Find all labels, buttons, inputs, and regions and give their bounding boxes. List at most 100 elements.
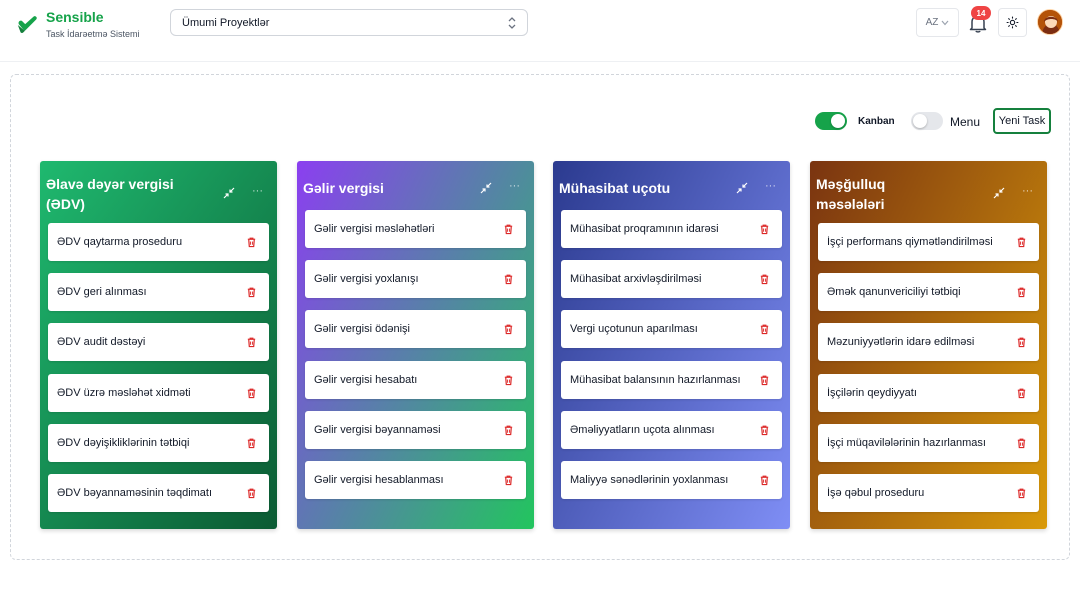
app-header: Sensible Task İdarəetmə Sistemi Ümumi Pr… bbox=[0, 0, 1080, 46]
task-card[interactable]: Gəlir vergisi hesabatı bbox=[305, 361, 526, 399]
task-card[interactable]: İşə qəbul proseduru bbox=[818, 474, 1039, 512]
trash-icon[interactable] bbox=[759, 323, 770, 335]
task-card[interactable]: Mühasibat balansının hazırlanması bbox=[561, 361, 782, 399]
task-card[interactable]: Əməliyyatların uçota alınması bbox=[561, 411, 782, 449]
trash-icon[interactable] bbox=[503, 323, 514, 335]
column-title-line: Məşğulluq bbox=[816, 176, 886, 192]
trash-icon[interactable] bbox=[503, 273, 514, 285]
more-options-icon[interactable]: ··· bbox=[509, 180, 520, 192]
theme-toggle-button[interactable] bbox=[998, 8, 1027, 37]
trash-icon[interactable] bbox=[246, 437, 257, 449]
task-card[interactable]: İşçi performans qiymətləndirilməsi bbox=[818, 223, 1039, 261]
task-card-title: Gəlir vergisi bəyannaməsi bbox=[314, 424, 441, 436]
trash-icon[interactable] bbox=[246, 487, 257, 499]
more-options-icon[interactable]: ··· bbox=[1022, 185, 1033, 197]
column-title: Mühasibat uçotu bbox=[559, 178, 670, 198]
collapse-arrows-icon[interactable] bbox=[223, 187, 235, 199]
task-card[interactable]: ƏDV qaytarma proseduru bbox=[48, 223, 269, 261]
task-card[interactable]: ƏDV dəyişikliklərinin tətbiqi bbox=[48, 424, 269, 462]
kanban-toggle-label: Kanban bbox=[858, 116, 895, 127]
trash-icon[interactable] bbox=[246, 387, 257, 399]
trash-icon[interactable] bbox=[1016, 236, 1027, 248]
notification-count-badge: 14 bbox=[971, 6, 991, 20]
task-card[interactable]: ƏDV audit dəstəyi bbox=[48, 323, 269, 361]
menu-toggle[interactable] bbox=[911, 112, 943, 130]
language-value: AZ bbox=[925, 17, 939, 28]
task-card-title: Mühasibat proqramının idarəsi bbox=[570, 223, 719, 235]
kanban-column[interactable]: Gəlir vergisi ··· Gəlir vergisi məsləhətlə… bbox=[297, 161, 534, 529]
task-card-title: Gəlir vergisi hesablanması bbox=[314, 474, 444, 486]
task-card[interactable]: Gəlir vergisi ödənişi bbox=[305, 310, 526, 348]
trash-icon[interactable] bbox=[759, 223, 770, 235]
trash-icon[interactable] bbox=[246, 236, 257, 248]
task-card-title: Maliyyə sənədlərinin yoxlanması bbox=[570, 474, 729, 486]
task-card-title: Mühasibat balansının hazırlanması bbox=[570, 374, 741, 386]
trash-icon[interactable] bbox=[503, 374, 514, 386]
task-card-title: İşə qəbul proseduru bbox=[827, 487, 925, 499]
task-card[interactable]: İşçilərin qeydiyyatı bbox=[818, 374, 1039, 412]
task-card-title: ƏDV geri alınması bbox=[57, 286, 147, 298]
task-card-title: Gəlir vergisi məsləhətləri bbox=[314, 223, 435, 235]
task-card[interactable]: ƏDV bəyannaməsinin təqdimatı bbox=[48, 474, 269, 512]
task-card[interactable]: İşçi müqavilələrinin hazırlanması bbox=[818, 424, 1039, 462]
kanban-column[interactable]: Mühasibat uçotu ··· Mühasibat proqramının … bbox=[553, 161, 790, 529]
more-options-icon[interactable]: ··· bbox=[765, 180, 776, 192]
trash-icon[interactable] bbox=[503, 424, 514, 436]
trash-icon[interactable] bbox=[759, 424, 770, 436]
task-card[interactable]: ƏDV geri alınması bbox=[48, 273, 269, 311]
trash-icon[interactable] bbox=[246, 336, 257, 348]
task-card[interactable]: Məzuniyyətlərin idarə edilməsi bbox=[818, 323, 1039, 361]
logo[interactable]: Sensible Task İdarəetmə Sistemi bbox=[16, 9, 140, 41]
task-card-title: Gəlir vergisi yoxlanışı bbox=[314, 273, 419, 285]
trash-icon[interactable] bbox=[246, 286, 257, 298]
trash-icon[interactable] bbox=[503, 223, 514, 235]
task-card[interactable]: Maliyyə sənədlərinin yoxlanması bbox=[561, 461, 782, 499]
kanban-column[interactable]: Əlavə dəyər vergisi (ƏDV) ··· ƏDV qaytarma … bbox=[40, 161, 277, 529]
task-card[interactable]: ƏDV üzrə məsləhət xidməti bbox=[48, 374, 269, 412]
avatar[interactable] bbox=[1037, 9, 1063, 35]
column-title-line: Əlavə dəyər vergisi bbox=[46, 176, 174, 192]
project-select[interactable]: Ümumi Proyektlər bbox=[170, 9, 528, 36]
menu-toggle-label: Menu bbox=[950, 115, 981, 129]
trash-icon[interactable] bbox=[1016, 437, 1027, 449]
trash-icon[interactable] bbox=[1016, 286, 1027, 298]
trash-icon[interactable] bbox=[1016, 387, 1027, 399]
sun-icon bbox=[1006, 16, 1019, 29]
task-card[interactable]: Gəlir vergisi yoxlanışı bbox=[305, 260, 526, 298]
new-task-button[interactable]: Yeni Task bbox=[993, 108, 1051, 134]
column-title-line: Gəlir vergisi bbox=[303, 180, 384, 196]
task-card-title: Mühasibat arxivləşdirilməsi bbox=[570, 273, 702, 285]
task-card[interactable]: Gəlir vergisi hesablanması bbox=[305, 461, 526, 499]
task-card[interactable]: Gəlir vergisi bəyannaməsi bbox=[305, 411, 526, 449]
collapse-arrows-icon[interactable] bbox=[736, 182, 748, 194]
trash-icon[interactable] bbox=[1016, 487, 1027, 499]
chevron-down-icon bbox=[941, 20, 949, 25]
task-card-title: ƏDV üzrə məsləhət xidməti bbox=[57, 387, 191, 399]
task-card[interactable]: Əmək qanunvericiliyi tətbiqi bbox=[818, 273, 1039, 311]
task-card-title: Gəlir vergisi hesabatı bbox=[314, 374, 418, 386]
task-card-title: Məzuniyyətlərin idarə edilməsi bbox=[827, 336, 975, 348]
language-select[interactable]: AZ bbox=[916, 8, 959, 37]
task-card-title: ƏDV qaytarma proseduru bbox=[57, 236, 183, 248]
task-card-title: Əməliyyatların uçota alınması bbox=[570, 424, 715, 436]
task-card[interactable]: Gəlir vergisi məsləhətləri bbox=[305, 210, 526, 248]
more-options-icon[interactable]: ··· bbox=[252, 185, 263, 197]
kanban-toggle[interactable] bbox=[815, 112, 847, 130]
column-title-line: (ƏDV) bbox=[46, 196, 85, 212]
task-card-title: ƏDV dəyişikliklərinin tətbiqi bbox=[57, 437, 190, 449]
trash-icon[interactable] bbox=[503, 474, 514, 486]
trash-icon[interactable] bbox=[759, 273, 770, 285]
kanban-column[interactable]: Məşğulluq məsələləri ··· İşçi performans qi… bbox=[810, 161, 1047, 529]
collapse-arrows-icon[interactable] bbox=[480, 182, 492, 194]
trash-icon[interactable] bbox=[1016, 336, 1027, 348]
column-title: Əlavə dəyər vergisi (ƏDV) bbox=[46, 174, 174, 214]
task-card-title: ƏDV audit dəstəyi bbox=[57, 336, 146, 348]
task-card[interactable]: Mühasibat proqramının idarəsi bbox=[561, 210, 782, 248]
column-title: Məşğulluq məsələləri bbox=[816, 174, 885, 214]
task-card[interactable]: Mühasibat arxivləşdirilməsi bbox=[561, 260, 782, 298]
trash-icon[interactable] bbox=[759, 474, 770, 486]
task-card[interactable]: Vergi uçotunun aparılması bbox=[561, 310, 782, 348]
collapse-arrows-icon[interactable] bbox=[993, 187, 1005, 199]
column-title-line: məsələləri bbox=[816, 196, 885, 212]
trash-icon[interactable] bbox=[759, 374, 770, 386]
